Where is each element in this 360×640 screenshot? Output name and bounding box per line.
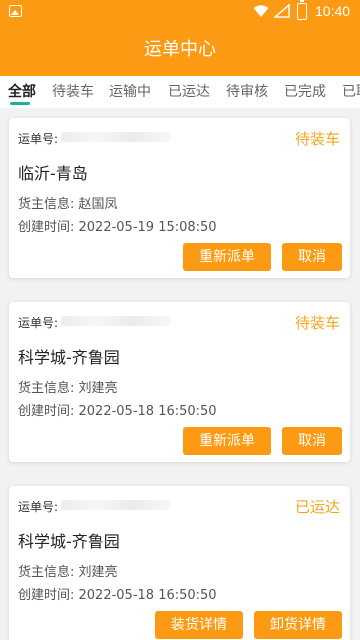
reassign-button[interactable]: 重新派单 bbox=[183, 427, 271, 455]
order-status: 待装车 bbox=[294, 314, 340, 332]
tab-in-transit[interactable]: 运输中 bbox=[109, 81, 151, 101]
order-card[interactable]: 运单号: 已运达 科学城-齐鲁园 货主信息: 刘建亮 创建时间: 2022-05… bbox=[9, 486, 350, 640]
reassign-button[interactable]: 重新派单 bbox=[183, 243, 271, 271]
active-tab-indicator bbox=[10, 102, 30, 105]
cargo-owner: 货主信息: 赵国凤 bbox=[18, 197, 118, 212]
order-number-label: 运单号: bbox=[18, 132, 59, 146]
order-route: 临沂-青岛 bbox=[18, 164, 88, 183]
cancel-button[interactable]: 取消 bbox=[282, 243, 342, 271]
cargo-owner: 货主信息: 刘建亮 bbox=[18, 565, 118, 580]
order-status: 已运达 bbox=[294, 498, 340, 516]
wifi-icon bbox=[253, 5, 269, 17]
order-card[interactable]: 运单号: 待装车 科学城-齐鲁园 货主信息: 刘建亮 创建时间: 2022-05… bbox=[9, 302, 350, 462]
order-route: 科学城-齐鲁园 bbox=[18, 348, 120, 367]
status-tabs: 全部 待装车 运输中 已运达 待审核 已完成 已取 bbox=[0, 76, 360, 108]
order-number-label: 运单号: bbox=[18, 500, 59, 514]
order-number-label: 运单号: bbox=[18, 316, 59, 330]
page-title: 运单中心 bbox=[0, 24, 360, 76]
signal-icon bbox=[274, 4, 290, 18]
order-number-masked bbox=[61, 316, 171, 326]
order-card[interactable]: 运单号: 待装车 临沂-青岛 货主信息: 赵国凤 创建时间: 2022-05-1… bbox=[9, 118, 350, 278]
order-route: 科学城-齐鲁园 bbox=[18, 532, 120, 551]
order-status: 待装车 bbox=[294, 130, 340, 148]
unloading-details-button[interactable]: 卸货详情 bbox=[254, 611, 342, 639]
tab-pending-review[interactable]: 待审核 bbox=[226, 81, 268, 101]
order-number-masked bbox=[61, 500, 171, 510]
tab-pending-load[interactable]: 待装车 bbox=[52, 81, 94, 101]
loading-details-button[interactable]: 装货详情 bbox=[155, 611, 243, 639]
tab-all[interactable]: 全部 bbox=[8, 81, 36, 101]
tab-completed[interactable]: 已完成 bbox=[284, 81, 326, 101]
created-time: 创建时间: 2022-05-18 16:50:50 bbox=[18, 404, 217, 419]
cancel-button[interactable]: 取消 bbox=[282, 427, 342, 455]
created-time: 创建时间: 2022-05-18 16:50:50 bbox=[18, 588, 217, 603]
cargo-owner: 货主信息: 刘建亮 bbox=[18, 381, 118, 396]
tab-cancelled[interactable]: 已取 bbox=[342, 81, 360, 101]
battery-icon bbox=[297, 0, 307, 20]
tab-arrived[interactable]: 已运达 bbox=[168, 81, 210, 101]
image-icon bbox=[9, 5, 22, 17]
created-time: 创建时间: 2022-05-19 15:08:50 bbox=[18, 220, 217, 235]
order-number-masked bbox=[61, 132, 171, 142]
clock: 10:40 bbox=[315, 3, 351, 19]
status-bar: 10:40 bbox=[0, 0, 360, 24]
